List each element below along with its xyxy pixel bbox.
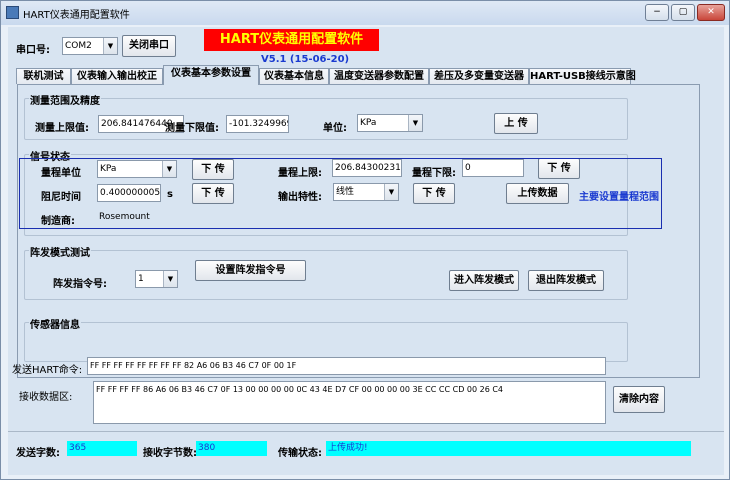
client-area: 串口号: COM2 ▼ 关闭串口 HART仪表通用配置软件 V5.1 (15-0… [8, 27, 724, 475]
burst-group: 阵发模式测试 阵发指令号: 1 ▼ 设置阵发指令号 进入阵发模式 退出阵发模式 [24, 244, 628, 300]
tab-online-test[interactable]: 联机测试 [16, 68, 71, 84]
sensor-group: 传感器信息 [24, 316, 628, 362]
send-cmd-field[interactable]: FF FF FF FF FF FF FF FF 82 A6 06 B3 46 C… [87, 357, 606, 375]
burst-cmd-label: 阵发指令号: [53, 279, 107, 290]
status-divider [8, 431, 724, 432]
app-banner: HART仪表通用配置软件 [204, 29, 379, 51]
title-bar: HART仪表通用配置软件 − ▢ ✕ [1, 1, 729, 25]
burst-cmd-value: 1 [138, 274, 144, 284]
close-port-button[interactable]: 关闭串口 [122, 35, 176, 57]
signal-highlight-frame [19, 158, 662, 229]
burst-cmd-select[interactable]: 1 ▼ [135, 270, 178, 288]
upload-button[interactable]: 上 传 [494, 113, 538, 134]
unit-label: 单位: [323, 123, 347, 134]
unit-value: KPa [360, 118, 377, 128]
set-burst-button[interactable]: 设置阵发指令号 [195, 260, 306, 281]
tab-io-calibration[interactable]: 仪表输入输出校正 [71, 68, 163, 84]
send-cmd-label: 发送HART命令: [12, 365, 83, 376]
sent-count-value: 365 [67, 441, 137, 456]
state-value: 上传成功! [326, 441, 691, 456]
burst-title: 阵发模式测试 [29, 244, 91, 259]
tab-wiring-diagram[interactable]: HART-USB接线示意图 [529, 68, 636, 84]
maximize-button[interactable]: ▢ [671, 4, 695, 21]
recv-count-label: 接收字节数: [143, 448, 197, 459]
version-label: V5.1 (15-06-20) [261, 54, 350, 65]
basic-params-panel: 测量范围及精度 测量上限值: 206.841476440 测量下限值: -101… [17, 84, 700, 378]
tab-basic-params[interactable]: 仪表基本参数设置 [163, 65, 259, 85]
minimize-button[interactable]: − [645, 4, 669, 21]
upper-limit-label: 测量上限值: [35, 123, 89, 134]
close-button[interactable]: ✕ [697, 4, 725, 21]
recv-label: 接收数据区: [19, 392, 73, 403]
app-icon [6, 6, 19, 19]
port-label: 串口号: [16, 45, 50, 56]
lower-limit-label: 测量下限值: [165, 123, 219, 134]
clear-button[interactable]: 清除内容 [613, 386, 665, 413]
enter-burst-button[interactable]: 进入阵发模式 [449, 270, 519, 291]
recv-data-area[interactable]: FF FF FF FF 86 A6 06 B3 46 C7 0F 13 00 0… [93, 381, 606, 424]
chevron-down-icon: ▼ [163, 271, 177, 287]
measure-range-group: 测量范围及精度 测量上限值: 206.841476440 测量下限值: -101… [24, 92, 628, 140]
chevron-down-icon: ▼ [103, 38, 117, 54]
recv-count-value: 380 [196, 441, 267, 456]
chevron-down-icon: ▼ [408, 115, 422, 131]
lower-limit-field[interactable]: -101.3249969 [226, 115, 289, 133]
window-title: HART仪表通用配置软件 [23, 10, 130, 21]
port-select[interactable]: COM2 ▼ [62, 37, 118, 55]
measure-range-title: 测量范围及精度 [29, 92, 101, 107]
tab-dp-multivar[interactable]: 差压及多变量变送器 [429, 68, 529, 84]
state-label: 传输状态: [278, 448, 322, 459]
exit-burst-button[interactable]: 退出阵发模式 [528, 270, 604, 291]
port-value: COM2 [65, 41, 92, 51]
sent-count-label: 发送字数: [16, 448, 60, 459]
unit-select[interactable]: KPa ▼ [357, 114, 423, 132]
sensor-title: 传感器信息 [29, 316, 81, 331]
tab-basic-info[interactable]: 仪表基本信息 [259, 68, 329, 84]
tab-temp-config[interactable]: 温度变送器参数配置 [329, 68, 429, 84]
main-window: HART仪表通用配置软件 − ▢ ✕ 串口号: COM2 ▼ 关闭串口 HART… [0, 0, 730, 480]
